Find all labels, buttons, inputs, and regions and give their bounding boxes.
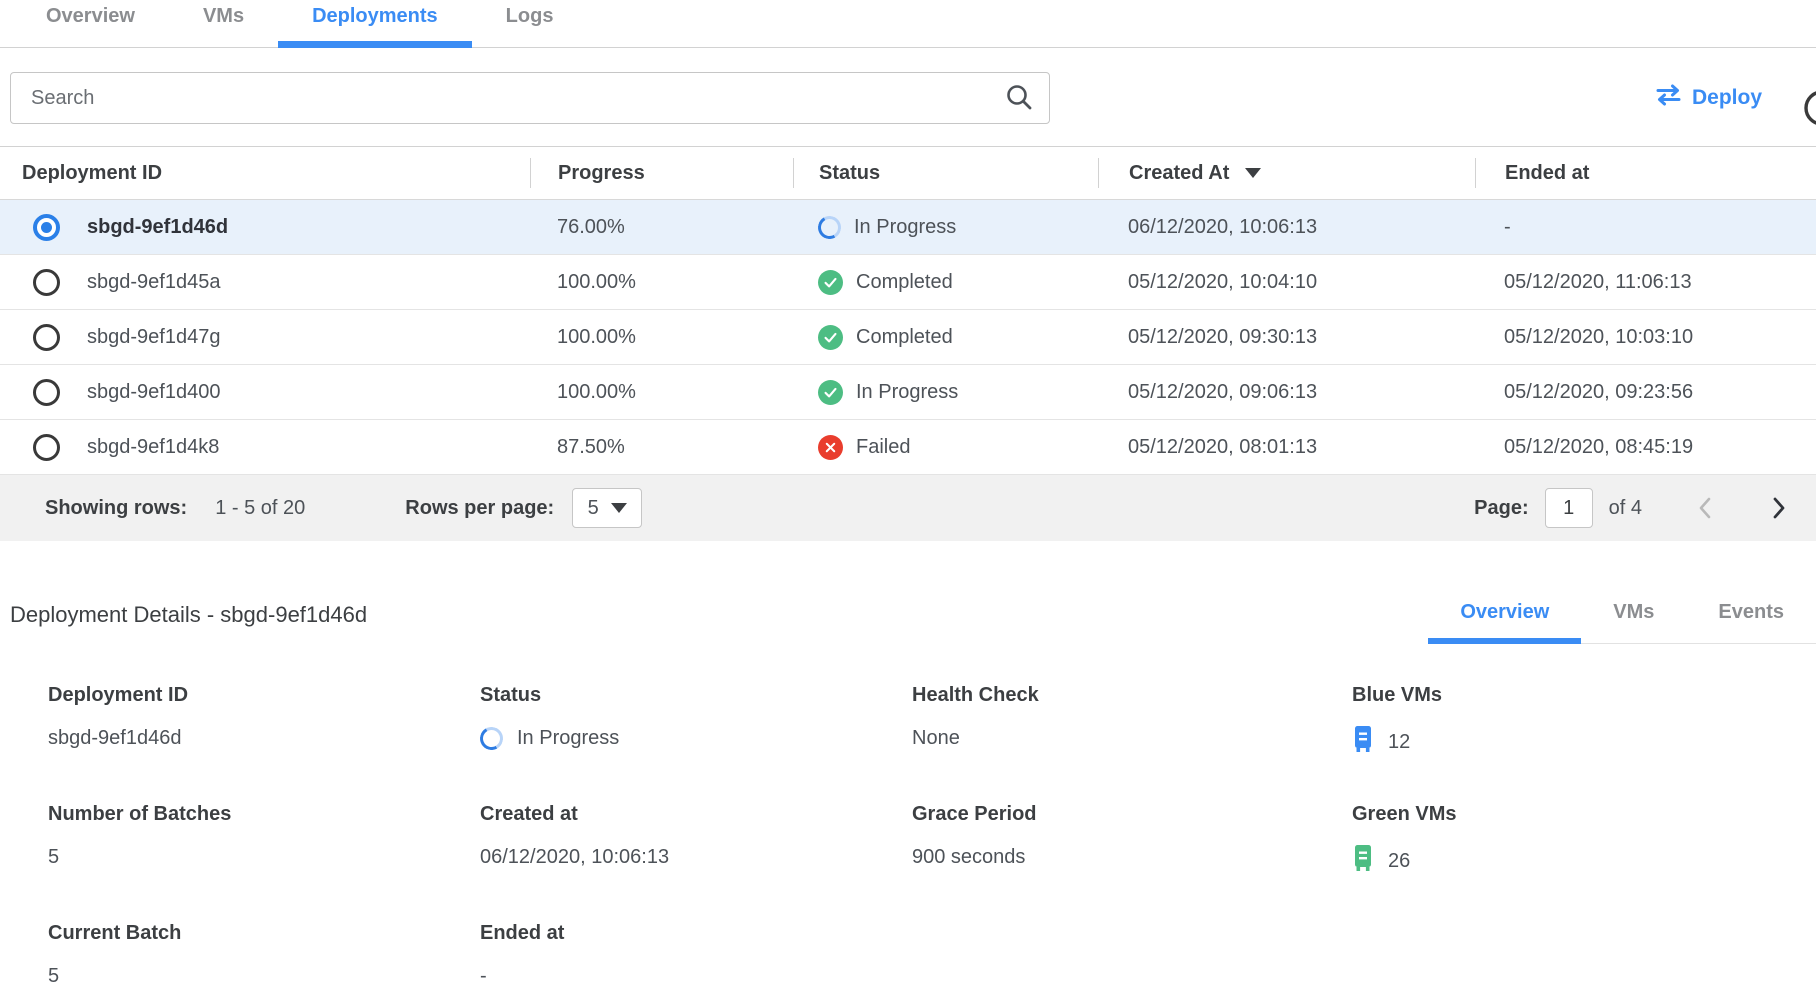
status-cell: Completed — [856, 271, 953, 294]
details-tab-events[interactable]: Events — [1686, 591, 1816, 644]
progress-cell: 76.00% — [530, 216, 793, 239]
deployment-id-cell: sbgd-9ef1d4k8 — [87, 436, 219, 459]
created-at-cell: 05/12/2020, 08:01:13 — [1098, 436, 1475, 459]
table-row[interactable]: sbgd-9ef1d45a 100.00% Completed 05/12/20… — [0, 255, 1816, 310]
search-icon — [1004, 83, 1034, 118]
field-ended-at: Ended at - — [480, 922, 912, 990]
ended-at-cell: - — [1475, 216, 1816, 239]
status-cell: Completed — [856, 326, 953, 349]
tab-vms[interactable]: VMs — [169, 0, 278, 48]
table-row[interactable]: sbgd-9ef1d400 100.00% In Progress 05/12/… — [0, 365, 1816, 420]
check-circle-icon — [818, 325, 843, 350]
column-header-progress[interactable]: Progress — [530, 158, 793, 188]
deployment-id-cell: sbgd-9ef1d400 — [87, 381, 220, 404]
deploy-button[interactable]: Deploy — [1655, 84, 1762, 112]
created-at-cell: 05/12/2020, 09:30:13 — [1098, 326, 1475, 349]
deployment-id-cell: sbgd-9ef1d45a — [87, 271, 220, 294]
rows-per-page-select[interactable]: 5 — [572, 488, 642, 528]
ended-at-cell: 05/12/2020, 09:23:56 — [1475, 381, 1816, 404]
deployments-table: Deployment ID Progress Status Created At… — [0, 146, 1816, 541]
row-radio[interactable] — [33, 434, 60, 461]
vm-icon-blue — [1352, 725, 1374, 759]
table-row[interactable]: sbgd-9ef1d4k8 87.50% Failed 05/12/2020, … — [0, 420, 1816, 475]
deploy-swap-icon — [1655, 84, 1682, 112]
field-deployment-id: Deployment ID sbgd-9ef1d46d — [48, 684, 480, 759]
deployment-id-cell: sbgd-9ef1d46d — [87, 216, 228, 239]
showing-rows-label: Showing rows: — [45, 497, 187, 520]
table-row[interactable]: sbgd-9ef1d46d 76.00% In Progress 06/12/2… — [0, 200, 1816, 255]
showing-rows-value: 1 - 5 of 20 — [215, 497, 305, 520]
refresh-icon[interactable] — [1798, 86, 1816, 130]
deployment-id-cell: sbgd-9ef1d47g — [87, 326, 220, 349]
tab-deployments[interactable]: Deployments — [278, 0, 472, 48]
row-radio-selected[interactable] — [33, 214, 60, 241]
chevron-right-icon[interactable] — [1768, 495, 1790, 521]
field-health-check: Health Check None — [912, 684, 1352, 759]
page-number-input[interactable] — [1545, 488, 1593, 528]
table-header-row: Deployment ID Progress Status Created At… — [0, 147, 1816, 200]
progress-cell: 100.00% — [530, 271, 793, 294]
search-input[interactable] — [10, 72, 1050, 124]
column-header-deployment-id[interactable]: Deployment ID — [0, 158, 530, 188]
table-pagination-bar: Showing rows: 1 - 5 of 20 Rows per page:… — [0, 475, 1816, 541]
field-green-vms: Green VMs 26 — [1352, 803, 1816, 878]
ended-at-cell: 05/12/2020, 08:45:19 — [1475, 436, 1816, 459]
field-number-of-batches: Number of Batches 5 — [48, 803, 480, 878]
ended-at-cell: 05/12/2020, 10:03:10 — [1475, 326, 1816, 349]
ended-at-cell: 05/12/2020, 11:06:13 — [1475, 271, 1816, 294]
column-header-created-at[interactable]: Created At — [1098, 158, 1475, 188]
tab-logs[interactable]: Logs — [472, 0, 588, 48]
x-circle-icon — [818, 435, 843, 460]
created-at-cell: 05/12/2020, 09:06:13 — [1098, 381, 1475, 404]
details-title: Deployment Details - sbgd-9ef1d46d — [10, 602, 367, 644]
details-tab-vms[interactable]: VMs — [1581, 591, 1686, 644]
created-at-cell: 05/12/2020, 10:04:10 — [1098, 271, 1475, 294]
field-blue-vms: Blue VMs 12 — [1352, 684, 1816, 759]
toolbar: Deploy — [0, 48, 1816, 146]
status-cell: Failed — [856, 436, 910, 459]
details-header: Deployment Details - sbgd-9ef1d46d Overv… — [0, 591, 1816, 644]
row-radio[interactable] — [33, 269, 60, 296]
rows-per-page-label: Rows per page: — [405, 497, 554, 520]
field-grace-period: Grace Period 900 seconds — [912, 803, 1352, 878]
main-tab-bar: Overview VMs Deployments Logs — [0, 0, 1816, 48]
check-circle-icon — [818, 380, 843, 405]
row-radio[interactable] — [33, 379, 60, 406]
status-cell: In Progress — [854, 216, 956, 239]
column-header-ended-at[interactable]: Ended at — [1475, 158, 1816, 188]
chevron-left-icon[interactable] — [1694, 495, 1716, 521]
field-status: Status In Progress — [480, 684, 912, 759]
field-created-at: Created at 06/12/2020, 10:06:13 — [480, 803, 912, 878]
details-tab-bar: Overview VMs Events — [1428, 591, 1816, 644]
dropdown-caret-icon — [611, 503, 627, 513]
field-current-batch: Current Batch 5 — [48, 922, 480, 990]
column-header-status[interactable]: Status — [793, 158, 1098, 188]
details-fields-grid: Deployment ID sbgd-9ef1d46d Status In Pr… — [0, 644, 1816, 990]
vm-icon-green — [1352, 844, 1374, 878]
status-cell: In Progress — [856, 381, 958, 404]
progress-cell: 100.00% — [530, 381, 793, 404]
deploy-button-label: Deploy — [1692, 86, 1762, 110]
progress-cell: 87.50% — [530, 436, 793, 459]
sort-desc-icon — [1245, 168, 1261, 178]
row-radio[interactable] — [33, 324, 60, 351]
page-label: Page: — [1474, 497, 1528, 520]
page-total: of 4 — [1609, 497, 1642, 520]
tab-overview[interactable]: Overview — [12, 0, 169, 48]
check-circle-icon — [818, 270, 843, 295]
spinner-icon — [477, 724, 505, 752]
spinner-icon — [815, 213, 843, 241]
created-at-cell: 06/12/2020, 10:06:13 — [1098, 216, 1475, 239]
details-tab-overview[interactable]: Overview — [1428, 591, 1581, 644]
progress-cell: 100.00% — [530, 326, 793, 349]
table-row[interactable]: sbgd-9ef1d47g 100.00% Completed 05/12/20… — [0, 310, 1816, 365]
